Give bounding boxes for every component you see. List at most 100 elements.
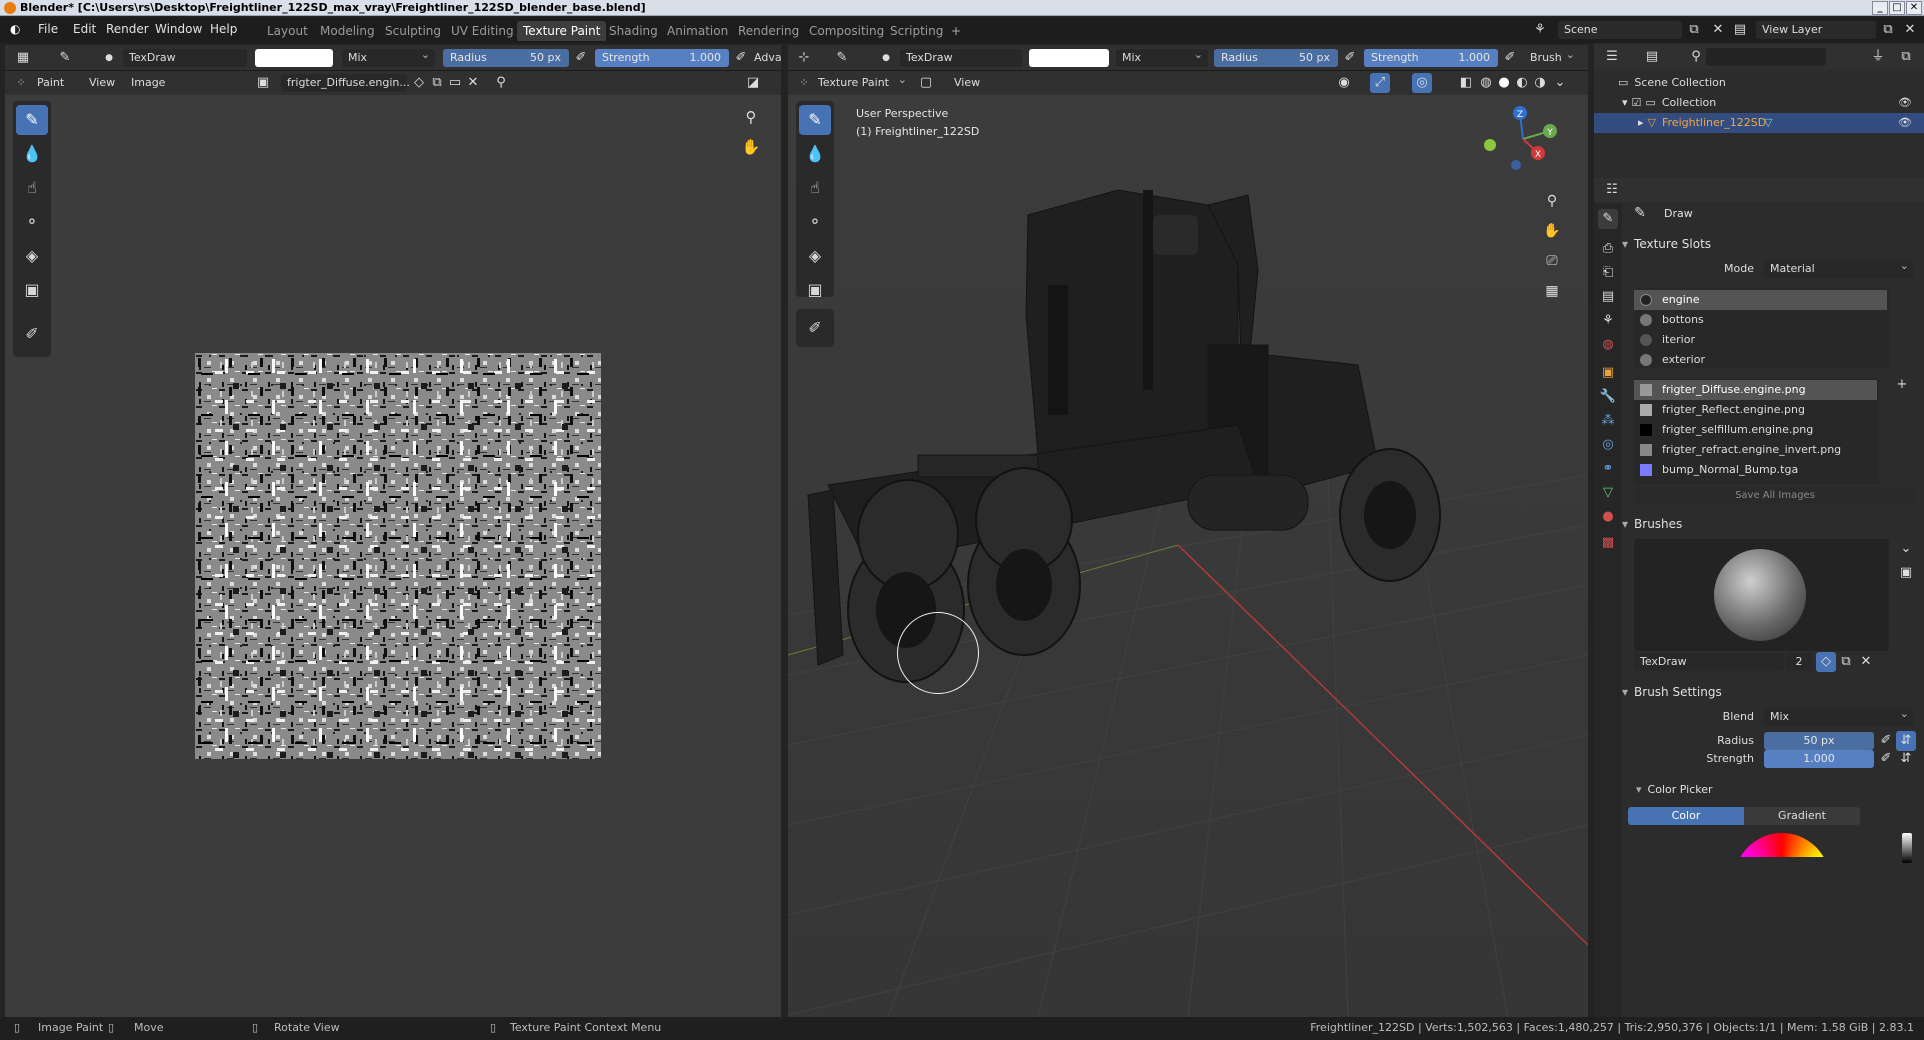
modifier-tab-icon[interactable]: 🔧 bbox=[1598, 387, 1618, 407]
object-expand-icon[interactable]: ▸ bbox=[1638, 116, 1644, 129]
camera-view-icon[interactable]: ⎚ bbox=[1542, 251, 1562, 271]
zoom-icon[interactable]: ⚲ bbox=[741, 107, 761, 127]
viewport-brush-color-swatch[interactable] bbox=[1029, 49, 1109, 67]
menu-render[interactable]: Render bbox=[106, 22, 149, 36]
radius-slider[interactable]: Radius 50 px bbox=[443, 49, 569, 67]
brush-unlink-icon[interactable]: ✕ bbox=[1856, 652, 1876, 672]
solid-shading-icon[interactable]: ● bbox=[1494, 73, 1514, 93]
viewport-soften-tool-button[interactable]: 💧 bbox=[799, 139, 831, 169]
viewport-clone-tool-button[interactable]: ⚬ bbox=[799, 207, 831, 237]
brush-tool-icon[interactable]: ✎ bbox=[55, 48, 75, 68]
rendered-shading-icon[interactable]: ◑ bbox=[1530, 73, 1550, 93]
editor-type-icon[interactable]: ▦ bbox=[13, 48, 33, 68]
tab-scripting[interactable]: Scripting bbox=[884, 21, 949, 41]
image-slot-reflect[interactable]: frigter_Reflect.engine.png bbox=[1634, 400, 1877, 420]
material-slot-engine[interactable]: engine bbox=[1634, 290, 1887, 310]
color-value-slider[interactable] bbox=[1902, 833, 1912, 863]
viewport-annotate-tool-button[interactable]: ✐ bbox=[799, 313, 831, 343]
wireframe-shading-icon[interactable]: ◍ bbox=[1476, 73, 1496, 93]
tab-uv-editing[interactable]: UV Editing bbox=[445, 21, 520, 41]
tab-rendering[interactable]: Rendering bbox=[732, 21, 805, 41]
smear-tool-button[interactable]: ☝ bbox=[16, 173, 48, 203]
outliner-search-icon[interactable]: ⚲ bbox=[1686, 47, 1706, 67]
material-slot-iterior[interactable]: iterior bbox=[1634, 330, 1887, 350]
brush-strength-pressure-icon[interactable]: ✐ bbox=[1876, 749, 1896, 769]
scene-icon[interactable]: ⚘ bbox=[1530, 20, 1550, 40]
3d-viewport[interactable]: ✎ 💧 ☝ ⚬ ◈ ▣ ✐ User Perspective (1) Freig… bbox=[788, 95, 1588, 1017]
tab-animation[interactable]: Animation bbox=[661, 21, 734, 41]
blend-mode-dropdown[interactable]: Mix bbox=[342, 46, 435, 67]
new-scene-icon[interactable]: ⧉ bbox=[1684, 20, 1704, 40]
view-layer-field[interactable]: View Layer bbox=[1756, 21, 1876, 39]
properties-editor-type-icon[interactable]: ☷ bbox=[1602, 180, 1622, 200]
delete-view-layer-icon[interactable]: ✕ bbox=[1900, 20, 1920, 40]
particles-tab-icon[interactable]: ⁂ bbox=[1598, 411, 1618, 431]
image-editor-area[interactable]: ✎ 💧 ☝ ⚬ ◈ ▣ ✐ ⚲ ✋ bbox=[5, 95, 781, 1017]
mask-toggle-icon[interactable]: ▢ bbox=[916, 73, 936, 93]
brush-blend-dropdown[interactable]: Mix bbox=[1764, 705, 1914, 726]
pin-icon[interactable]: ⚲ bbox=[491, 73, 511, 93]
fill-tool-button[interactable]: ◈ bbox=[16, 241, 48, 271]
view-layer-tab-icon[interactable]: ▤ bbox=[1598, 287, 1618, 307]
image-slot-bump[interactable]: bump_Normal_Bump.tga bbox=[1634, 460, 1877, 480]
image-slot-refract[interactable]: frigter_refract.engine_invert.png bbox=[1634, 440, 1877, 460]
tab-modeling[interactable]: Modeling bbox=[314, 21, 381, 41]
tab-texture-paint[interactable]: Texture Paint bbox=[517, 21, 607, 41]
outliner-object-row[interactable]: ▸ ▽ Freightliner_122SD ▽ 👁 bbox=[1594, 113, 1924, 133]
menu-help[interactable]: Help bbox=[210, 22, 237, 36]
brush-duplicate-icon[interactable]: ⧉ bbox=[1836, 652, 1856, 672]
texture-paint-mode-icon[interactable]: ⁘ bbox=[794, 73, 814, 93]
color-picker-panel-header[interactable]: Color Picker bbox=[1636, 779, 1924, 801]
interaction-mode-dropdown[interactable]: Texture Paint bbox=[812, 71, 912, 92]
brush-image-icon[interactable]: ▣ bbox=[1896, 563, 1916, 583]
overlay-toggle-icon[interactable]: ◎ bbox=[1412, 73, 1432, 93]
image-slot-diffuse[interactable]: frigter_Diffuse.engine.png bbox=[1634, 380, 1877, 400]
brush-fake-user-icon[interactable]: ◇ bbox=[1816, 652, 1836, 672]
gizmo-toggle-icon[interactable]: ⤢ bbox=[1370, 73, 1390, 93]
tool-tab-icon[interactable]: ✎ bbox=[1598, 209, 1618, 229]
close-button[interactable]: ✕ bbox=[1906, 1, 1922, 15]
unlink-image-icon[interactable]: ✕ bbox=[463, 73, 483, 93]
new-view-layer-icon[interactable]: ⧉ bbox=[1878, 20, 1898, 40]
radius-pressure-icon[interactable]: ✐ bbox=[571, 48, 591, 68]
tab-shading[interactable]: Shading bbox=[603, 21, 664, 41]
brush-name-field[interactable]: TexDraw bbox=[123, 49, 247, 67]
menu-file[interactable]: File bbox=[38, 22, 58, 36]
render-tab-icon[interactable]: ⎙ bbox=[1598, 239, 1618, 259]
object-visibility-icon[interactable]: 👁 bbox=[1898, 113, 1912, 133]
outliner-filter-icon[interactable]: ⏚ bbox=[1868, 47, 1888, 67]
texture-mode-dropdown[interactable]: Material bbox=[1764, 257, 1914, 278]
brush-preview-box[interactable] bbox=[1634, 539, 1889, 651]
outliner-scene-collection[interactable]: ▭ Scene Collection bbox=[1594, 73, 1924, 93]
viewport-view-menu[interactable]: View bbox=[954, 76, 980, 89]
texture-tab-icon[interactable]: ▩ bbox=[1598, 533, 1618, 553]
viewport-pan-hand-icon[interactable]: ✋ bbox=[1542, 221, 1562, 241]
viewport-smear-tool-button[interactable]: ☝ bbox=[799, 173, 831, 203]
visibility-icon[interactable]: ◉ bbox=[1334, 73, 1354, 93]
clone-tool-button[interactable]: ⚬ bbox=[16, 207, 48, 237]
material-shading-icon[interactable]: ◐ bbox=[1512, 73, 1532, 93]
brush-strength-slider[interactable]: 1.000 bbox=[1764, 750, 1874, 768]
world-tab-icon[interactable]: ◍ bbox=[1598, 335, 1618, 355]
advanced-menu[interactable]: Adva bbox=[754, 51, 782, 64]
tab-sculpting[interactable]: Sculpting bbox=[379, 21, 447, 41]
gradient-tab[interactable]: Gradient bbox=[1744, 807, 1860, 825]
physics-tab-icon[interactable]: ◎ bbox=[1598, 435, 1618, 455]
annotate-tool-button[interactable]: ✐ bbox=[16, 319, 48, 349]
collection-visibility-icon[interactable]: 👁 bbox=[1898, 93, 1912, 113]
pan-hand-icon[interactable]: ✋ bbox=[741, 137, 761, 157]
paint-mode-icon[interactable]: ⁘ bbox=[11, 73, 31, 93]
brush-radius-pressure-icon[interactable]: ✐ bbox=[1876, 731, 1896, 751]
object-tab-icon[interactable]: ▣ bbox=[1598, 363, 1618, 383]
paint-mode-menu[interactable]: Paint bbox=[37, 76, 64, 89]
open-image-icon[interactable]: ▭ bbox=[445, 73, 465, 93]
brushes-panel-header[interactable]: Brushes bbox=[1622, 513, 1924, 535]
perspective-toggle-icon[interactable]: ▦ bbox=[1542, 281, 1562, 301]
menu-edit[interactable]: Edit bbox=[73, 22, 96, 36]
minimize-button[interactable]: _ bbox=[1872, 1, 1888, 15]
mask-tool-button[interactable]: ▣ bbox=[16, 275, 48, 305]
image-slot-selfillum[interactable]: frigter_selfillum.engine.png bbox=[1634, 420, 1877, 440]
viewport-strength-pressure-icon[interactable]: ✐ bbox=[1500, 48, 1520, 68]
viewport-radius-pressure-icon[interactable]: ✐ bbox=[1340, 48, 1360, 68]
outliner-collection[interactable]: ▾ ☑ ▭ Collection 👁 bbox=[1594, 93, 1924, 113]
